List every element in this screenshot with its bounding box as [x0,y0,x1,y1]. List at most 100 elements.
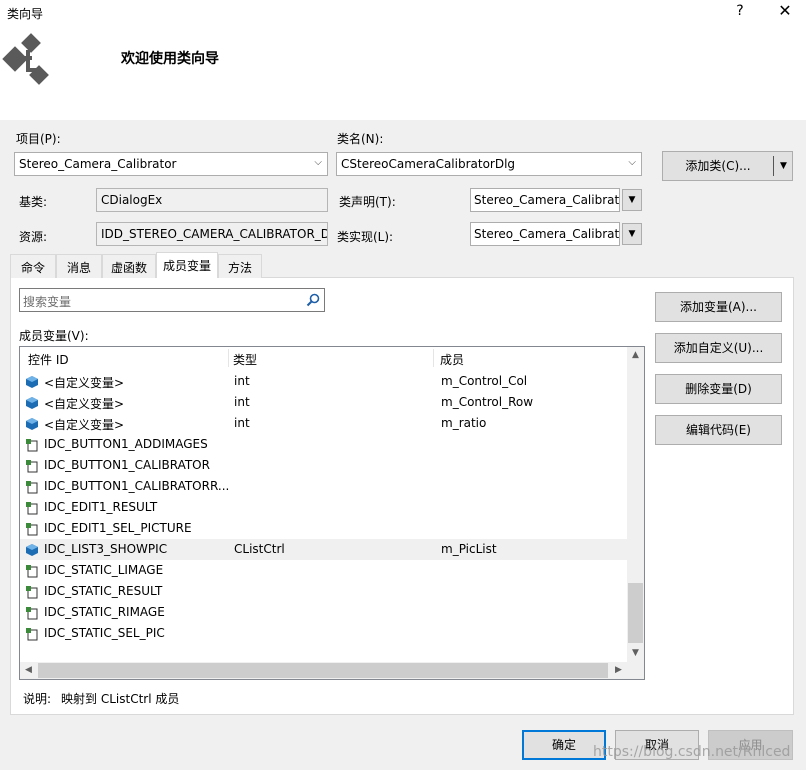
vertical-scrollbar[interactable]: ▲ ▼ [627,347,644,662]
horizontal-scrollbar[interactable]: ◀ ▶ [20,662,627,679]
variable-icon [26,397,38,409]
cell-control-id: <自定义变量> [44,397,125,411]
tab-label: 消息 [66,261,91,275]
cell-member: m_Control_Row [441,395,534,409]
description: 说明: 映射到 CListCtrl 成员 [23,690,179,707]
project-combo[interactable]: Stereo_Camera_Calibrator ⌵ [14,152,328,176]
variable-icon [26,418,38,430]
tab-label: 成员变量 [162,259,211,273]
cell-type: int [234,374,250,388]
description-label: 说明: [23,692,52,706]
control-icon [26,607,38,620]
table-row[interactable]: IDC_BUTTON1_CALIBRATORR... [20,476,627,497]
member-list-label: 成员变量(V): [19,329,89,343]
tab-label: 方法 [227,261,252,275]
chevron-down-icon: ⌵ [628,157,636,168]
cell-control-id: <自定义变量> [44,418,125,432]
scroll-corner [627,662,644,679]
class-decl-dropdown-icon[interactable]: ▼ [622,189,642,211]
chevron-down-icon: ⌵ [314,157,322,168]
tab-messages[interactable]: 消息 [56,254,102,278]
resource-field: IDD_STEREO_CAMERA_CALIBRATOR_DI [96,222,328,246]
table-row[interactable]: <自定义变量> int m_Control_Row [20,392,627,413]
project-value: Stereo_Camera_Calibrator [19,157,177,171]
cell-control-id: IDC_BUTTON1_CALIBRATOR [44,458,210,472]
classname-label: 类名(N): [337,132,384,146]
delete-variable-button[interactable]: 删除变量(D) [655,374,782,404]
table-row[interactable]: IDC_EDIT1_SEL_PICTURE [20,518,627,539]
control-icon [26,502,38,515]
search-icon[interactable] [305,292,321,308]
control-icon [26,586,38,599]
member-variable-list[interactable]: 控件 ID 类型 成员 <自定义变量> int m_Control_Col <自定义变… [19,346,645,680]
variable-icon [26,376,38,388]
control-icon [26,460,38,473]
scroll-thumb[interactable] [38,663,608,678]
welcome-title: 欢迎使用类向导 [121,51,219,67]
class-impl-label: 类实现(L): [337,230,394,244]
table-row[interactable]: <自定义变量> int m_ratio [20,413,627,434]
class-impl-field[interactable]: Stereo_Camera_Calibrato [470,222,620,246]
cell-control-id: IDC_EDIT1_RESULT [44,500,158,514]
base-class-label: 基类: [19,195,48,209]
class-impl-dropdown-icon[interactable]: ▼ [622,223,642,245]
variable-icon [26,544,38,556]
add-variable-button[interactable]: 添加变量(A)... [655,292,782,322]
control-icon [26,565,38,578]
class-decl-label: 类声明(T): [339,195,396,209]
cell-control-id: IDC_STATIC_RESULT [44,584,163,598]
description-value: 映射到 CListCtrl 成员 [61,692,180,706]
table-row[interactable]: IDC_STATIC_SEL_PIC [20,623,627,644]
help-icon[interactable]: ? [733,3,747,19]
table-row[interactable]: IDC_BUTTON1_CALIBRATOR [20,455,627,476]
cell-type: int [234,416,250,430]
classname-value: CStereoCameraCalibratorDlg [341,157,516,171]
cell-type: CListCtrl [234,542,285,556]
add-class-split-button[interactable]: 添加类(C)... ▼ [662,151,793,181]
cell-control-id: IDC_EDIT1_SEL_PICTURE [44,521,192,535]
tab-methods[interactable]: 方法 [218,254,262,278]
scroll-down-icon[interactable]: ▼ [627,645,644,662]
class-wizard-logo-icon [2,33,49,85]
add-custom-button[interactable]: 添加自定义(U)... [655,333,782,363]
control-icon [26,628,38,641]
project-label: 项目(P): [16,132,61,146]
edit-code-button[interactable]: 编辑代码(E) [655,415,782,445]
control-icon [26,439,38,452]
column-header-type[interactable]: 类型 [225,347,257,369]
tab-label: 命令 [20,261,45,275]
table-row[interactable]: IDC_EDIT1_RESULT [20,497,627,518]
cell-control-id: IDC_STATIC_RIMAGE [44,605,165,619]
dropdown-arrow-icon[interactable]: ▼ [775,152,792,180]
cell-type: int [234,395,250,409]
scroll-right-icon[interactable]: ▶ [610,662,627,679]
scroll-left-icon[interactable]: ◀ [20,662,37,679]
table-row[interactable]: IDC_STATIC_LIMAGE [20,560,627,581]
watermark: https://blog.csdn.net/Rnlced [593,744,791,760]
tab-label: 虚函数 [110,261,147,275]
table-row[interactable]: IDC_BUTTON1_ADDIMAGES [20,434,627,455]
cell-member: m_ratio [441,416,487,430]
add-class-button[interactable]: 添加类(C)... [663,152,773,180]
window-title: 类向导 [7,7,44,21]
scroll-thumb[interactable] [628,583,643,643]
cell-member: m_Control_Col [441,374,528,388]
base-class-field: CDialogEx [96,188,328,212]
close-icon[interactable]: ✕ [776,1,794,20]
tab-virtual-functions[interactable]: 虚函数 [102,254,156,278]
title-bar: 类向导 ? ✕ [0,0,806,24]
table-row[interactable]: IDC_STATIC_RESULT [20,581,627,602]
column-header-control-id[interactable]: 控件 ID [20,347,69,369]
class-decl-field[interactable]: Stereo_Camera_Calibrato [470,188,620,212]
table-row[interactable]: IDC_STATIC_RIMAGE [20,602,627,623]
tab-commands[interactable]: 命令 [10,254,56,278]
tab-member-variables[interactable]: 成员变量 [156,252,218,278]
scroll-up-icon[interactable]: ▲ [627,347,644,364]
classname-combo[interactable]: CStereoCameraCalibratorDlg ⌵ [336,152,642,176]
table-row[interactable]: IDC_LIST3_SHOWPIC CListCtrl m_PicList [20,539,627,560]
cell-control-id: <自定义变量> [44,376,125,390]
search-variable-input[interactable]: 搜索变量 [19,288,325,312]
table-row[interactable]: <自定义变量> int m_Control_Col [20,371,627,392]
control-icon [26,481,38,494]
column-header-member[interactable]: 成员 [432,347,464,369]
